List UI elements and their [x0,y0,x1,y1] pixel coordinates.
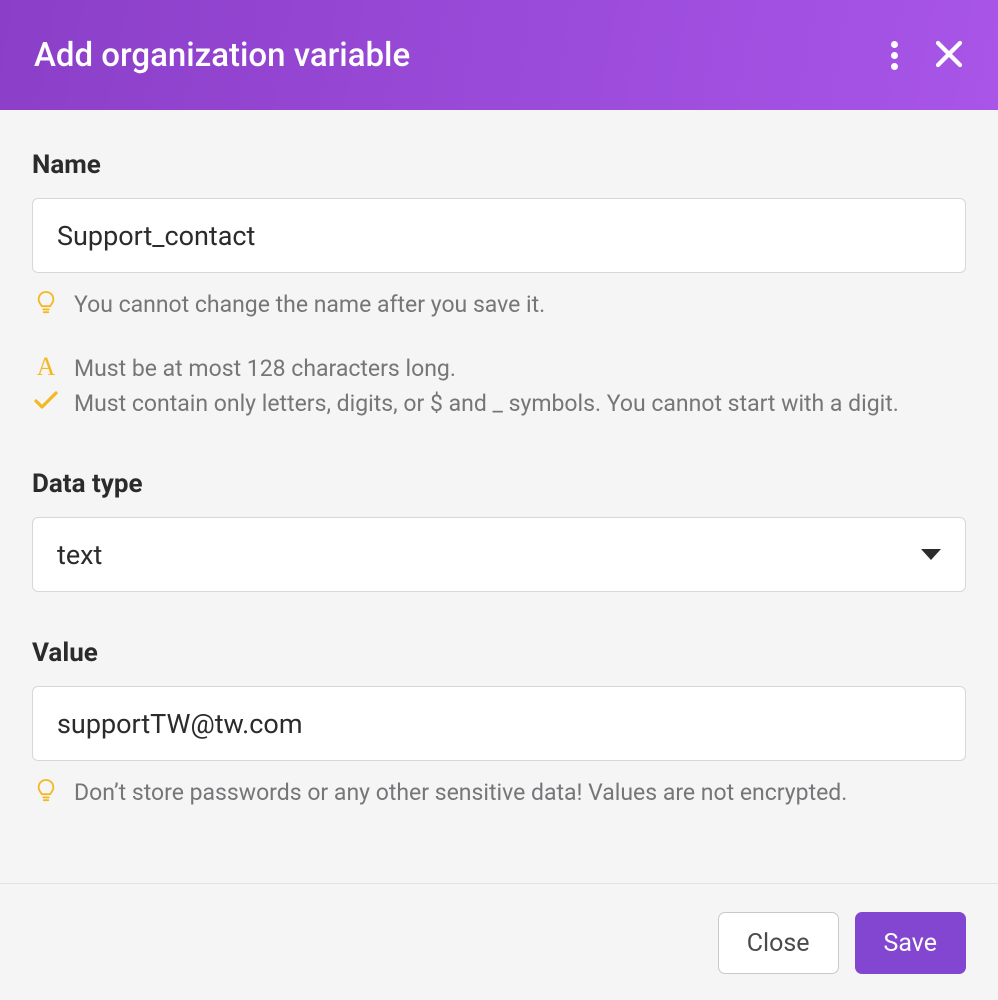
vertical-dots-icon [891,41,898,70]
name-field-group: Name You cannot change the name after yo… [32,150,966,423]
name-rule-length-text: Must be at most 128 characters long. [74,351,456,387]
data-type-label: Data type [32,469,966,499]
name-label: Name [32,150,966,180]
name-hint-tip: You cannot change the name after you sav… [32,287,966,323]
name-input[interactable] [32,198,966,273]
caret-down-icon [921,549,941,560]
more-options-button[interactable] [885,35,904,76]
data-type-value: text [57,539,102,571]
lightbulb-icon [32,287,60,316]
save-button[interactable]: Save [855,912,966,974]
close-button[interactable] [928,33,970,78]
modal-header: Add organization variable [0,0,998,110]
data-type-select[interactable]: text [32,517,966,592]
close-footer-button[interactable]: Close [718,912,839,974]
check-icon [32,386,60,411]
modal-body: Name You cannot change the name after yo… [0,110,998,883]
data-type-field-group: Data type text [32,469,966,592]
value-input[interactable] [32,686,966,761]
add-variable-modal: Add organization variable Name [0,0,998,1000]
value-field-group: Value Don’t store passwords or any other… [32,638,966,811]
close-icon [934,39,964,72]
lightbulb-icon [32,775,60,804]
name-rule-chars-text: Must contain only letters, digits, or $ … [74,390,899,417]
value-label: Value [32,638,966,668]
modal-footer: Close Save [0,883,998,1000]
name-rule-chars: Must contain only letters, digits, or $ … [32,386,966,423]
name-rule-length: A Must be at most 128 characters long. [32,351,966,387]
name-hint-text: You cannot change the name after you sav… [74,287,545,323]
modal-title: Add organization variable [34,36,885,75]
name-rules: A Must be at most 128 characters long. M… [32,351,966,423]
letter-a-icon: A [32,351,60,380]
header-actions [885,33,970,78]
value-hint-tip: Don’t store passwords or any other sensi… [32,775,966,811]
value-hint-text: Don’t store passwords or any other sensi… [74,775,847,811]
